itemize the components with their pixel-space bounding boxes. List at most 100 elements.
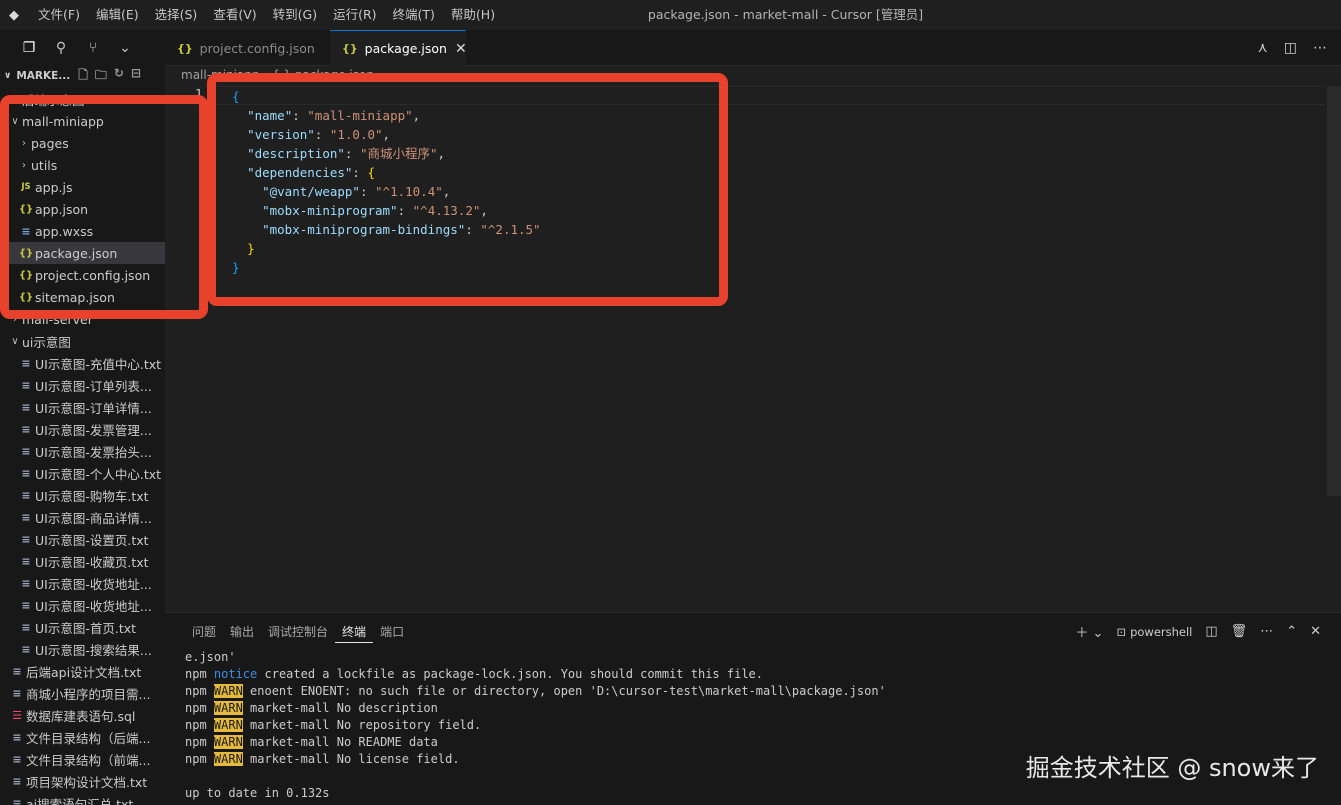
text-file-icon: ≡ — [21, 510, 31, 524]
tree-item[interactable]: ≡ 文件目录结构（前端... — [0, 748, 165, 770]
terminal-token: npm — [185, 752, 214, 766]
tab-label: package.json — [364, 41, 447, 56]
code-token: "description" — [247, 146, 345, 161]
tree-item[interactable]: JS app.js — [0, 176, 165, 198]
json-file-icon: {} — [18, 291, 34, 303]
tree-item[interactable]: ≡ UI示意图-充值中心.txt — [0, 352, 165, 374]
refresh-icon[interactable]: ↻ — [114, 66, 124, 87]
tab-ports[interactable]: 端口 — [373, 623, 411, 643]
tree-item[interactable]: › mall-server — [0, 308, 165, 330]
tree-item[interactable]: ≡ UI示意图-购物车.txt — [0, 484, 165, 506]
menu-help[interactable]: 帮助(H) — [443, 0, 503, 30]
text-file-icon: ≡ — [21, 576, 31, 590]
terminal-line: npm WARN market-mall No repository field… — [185, 717, 886, 734]
tree-item-label: 项目架构设计文档.txt — [26, 774, 148, 790]
tree-item[interactable]: ≡ UI示意图-收藏页.txt — [0, 550, 165, 572]
search-icon[interactable]: ⚲ — [52, 39, 70, 57]
tree-item[interactable]: {} app.json — [0, 198, 165, 220]
add-terminal-icon[interactable]: ＋ ⌄ — [1075, 622, 1103, 641]
code-token: , — [442, 184, 451, 199]
code-editor[interactable]: mall-miniapp › { } package.json 1 { "nam… — [165, 66, 1341, 612]
code-line: "mobx-miniprogram-bindings": "^2.1.5" — [232, 220, 540, 239]
tree-item[interactable]: › 后端示意图 — [0, 88, 165, 110]
new-folder-icon[interactable]: 🗀 — [95, 66, 107, 87]
terminal-token: market-mall No description — [242, 701, 438, 715]
tree-item[interactable]: ∨ mall-miniapp — [0, 110, 165, 132]
explorer-header[interactable]: ∨ MARKE... 🗋 🗀 ↻ ⊟ — [0, 66, 165, 86]
tree-item[interactable]: ≡ app.wxss — [0, 220, 165, 242]
tree-item[interactable]: ≡ 文件目录结构（后端... — [0, 726, 165, 748]
tree-item-label: app.json — [35, 201, 89, 217]
menu-view[interactable]: 查看(V) — [205, 0, 264, 30]
tree-item[interactable]: › utils — [0, 154, 165, 176]
code-token: : — [359, 184, 376, 199]
split-editor-icon[interactable]: ◫ — [1284, 40, 1297, 56]
tree-item[interactable]: {} project.config.json — [0, 264, 165, 286]
collapse-all-icon[interactable]: ⊟ — [131, 66, 141, 87]
split-terminal-icon[interactable]: ◫ — [1205, 624, 1217, 639]
source-control-icon[interactable]: ⑂ — [84, 39, 102, 57]
tab-terminal[interactable]: 终端 — [335, 623, 374, 643]
tree-item[interactable]: ≡ UI示意图-商品详情... — [0, 506, 165, 528]
menu-terminal[interactable]: 终端(T) — [385, 0, 443, 30]
tree-item[interactable]: ≡ UI示意图-收货地址... — [0, 594, 165, 616]
trash-icon[interactable]: 🗑 — [1231, 624, 1248, 639]
menu-file[interactable]: 文件(F) — [30, 0, 88, 30]
tree-item[interactable]: ≡ UI示意图-设置页.txt — [0, 528, 165, 550]
more-actions-icon[interactable]: ⋯ — [1313, 40, 1327, 56]
menu-edit[interactable]: 编辑(E) — [88, 0, 147, 30]
chevron-right-icon: › — [13, 93, 17, 105]
tree-item[interactable]: ≡ 后端api设计文档.txt — [0, 660, 165, 682]
explorer-icon[interactable]: ❐ — [20, 39, 38, 57]
tree-item[interactable]: ≡ UI示意图-首页.txt — [0, 616, 165, 638]
terminal-token: npm — [185, 701, 214, 715]
tree-item[interactable]: ≡ ai搜索语句汇总.txt — [0, 792, 165, 805]
share-icon[interactable]: ⋏ — [1258, 40, 1268, 56]
menu-run[interactable]: 运行(R) — [325, 0, 384, 30]
tree-item-label: ai搜索语句汇总.txt — [26, 796, 134, 805]
more-actions-icon[interactable]: ⋯ — [1260, 624, 1273, 639]
maximize-panel-icon[interactable]: ⌃ — [1286, 624, 1297, 639]
menu-bar: 文件(F) 编辑(E) 选择(S) 查看(V) 转到(G) 运行(R) 终端(T… — [30, 0, 503, 30]
tree-item[interactable]: {} package.json — [0, 242, 165, 264]
tree-item[interactable]: ≡ 商城小程序的项目需... — [0, 682, 165, 704]
code-content[interactable]: { "name": "mall-miniapp", "version": "1.… — [232, 87, 541, 277]
tree-item[interactable]: ≡ UI示意图-发票管理... — [0, 418, 165, 440]
panel-tabs: 问题 输出 调试控制台 终端 端口 — [185, 623, 411, 643]
tree-item-label: 文件目录结构（前端... — [26, 752, 151, 768]
tree-item-label: 后端示意图 — [22, 92, 85, 108]
tab-problems[interactable]: 问题 — [185, 623, 223, 643]
tree-item[interactable]: ≡ UI示意图-订单详情... — [0, 396, 165, 418]
menu-goto[interactable]: 转到(G) — [265, 0, 325, 30]
terminal-output[interactable]: e.json' npm notice created a lockfile as … — [185, 649, 886, 802]
tree-item-label: 数据库建表语句.sql — [26, 708, 136, 724]
tree-item[interactable]: ☰ 数据库建表语句.sql — [0, 704, 165, 726]
tree-item[interactable]: ≡ UI示意图-个人中心.txt — [0, 462, 165, 484]
tree-item-label: UI示意图-设置页.txt — [35, 532, 149, 548]
terminal-token: WARN — [213, 718, 243, 732]
tab-debug-console[interactable]: 调试控制台 — [261, 623, 335, 643]
tree-item[interactable]: ≡ UI示意图-订单列表... — [0, 374, 165, 396]
tab-output[interactable]: 输出 — [223, 623, 261, 643]
breadcrumb[interactable]: mall-miniapp › { } package.json — [181, 68, 374, 88]
menu-selection[interactable]: 选择(S) — [147, 0, 206, 30]
tab-project-config[interactable]: {} project.config.json — [165, 30, 328, 66]
tree-item[interactable]: › pages — [0, 132, 165, 154]
tree-item[interactable]: ∨ ui示意图 — [0, 330, 165, 352]
close-panel-icon[interactable]: ✕ — [1310, 624, 1321, 639]
terminal-line: e.json' — [185, 649, 886, 666]
tree-item[interactable]: ≡ UI示意图-发票抬头... — [0, 440, 165, 462]
json-file-icon: {} — [18, 269, 34, 281]
editor-scrollbar[interactable] — [1327, 86, 1341, 496]
new-file-icon[interactable]: 🗋 — [78, 66, 88, 87]
tree-item[interactable]: ≡ UI示意图-收货地址... — [0, 572, 165, 594]
tab-package-json[interactable]: {} package.json ✕ — [330, 30, 467, 66]
close-icon[interactable]: ✕ — [455, 41, 467, 57]
terminal-shell-selector[interactable]: ⊡ powershell — [1116, 625, 1192, 639]
tree-item[interactable]: ≡ 项目架构设计文档.txt — [0, 770, 165, 792]
tree-item[interactable]: {} sitemap.json — [0, 286, 165, 308]
tree-item[interactable]: ≡ UI示意图-搜索结果... — [0, 638, 165, 660]
chevron-down-icon[interactable]: ⌄ — [116, 39, 134, 57]
